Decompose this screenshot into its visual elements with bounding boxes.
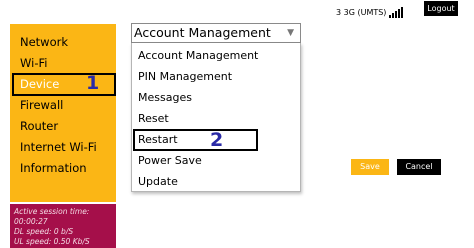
connection-status: 3 3G (UMTS) [336,5,404,19]
device-highlight-box [12,73,116,96]
management-select[interactable]: Account Management ▼ [131,23,301,43]
step-marker-2: 2 [210,129,224,151]
save-button[interactable]: Save [351,159,389,175]
sidebar-item-network[interactable]: Network [20,35,68,49]
session-info-panel: Active session time: 00:00:27 DL speed: … [10,204,116,248]
sidebar-item-information[interactable]: Information [20,161,87,175]
signal-bars-icon [389,6,404,18]
session-time-value: 00:00:27 [14,217,48,226]
network-status-text: 3 3G (UMTS) [336,7,387,17]
option-reset[interactable]: Reset [138,112,169,125]
sidebar-item-wifi[interactable]: Wi-Fi [20,56,47,70]
management-dropdown-list: Account Management PIN Management Messag… [131,43,301,192]
option-pin-management[interactable]: PIN Management [138,70,232,83]
logout-button[interactable]: Logout [424,1,458,16]
sidebar-item-router[interactable]: Router [20,119,58,133]
sidebar-nav: Network Wi-Fi Device Firewall Router Int… [10,24,116,202]
restart-highlight-box [133,129,258,151]
option-power-save[interactable]: Power Save [138,154,202,167]
session-time-label: Active session time: [14,207,90,216]
option-messages[interactable]: Messages [138,91,192,104]
sidebar-item-internet-wifi[interactable]: Internet Wi-Fi [20,140,97,154]
ul-speed: UL speed: 0.50 Kb/S [14,237,90,246]
option-update[interactable]: Update [138,175,178,188]
management-select-value: Account Management [134,25,271,40]
step-marker-1: 1 [86,72,100,94]
dropdown-arrow-icon: ▼ [287,28,294,38]
sidebar-item-firewall[interactable]: Firewall [20,98,63,112]
option-account-management[interactable]: Account Management [138,49,258,62]
cancel-button[interactable]: Cancel [397,159,441,175]
dl-speed: DL speed: 0 b/S [14,227,74,236]
